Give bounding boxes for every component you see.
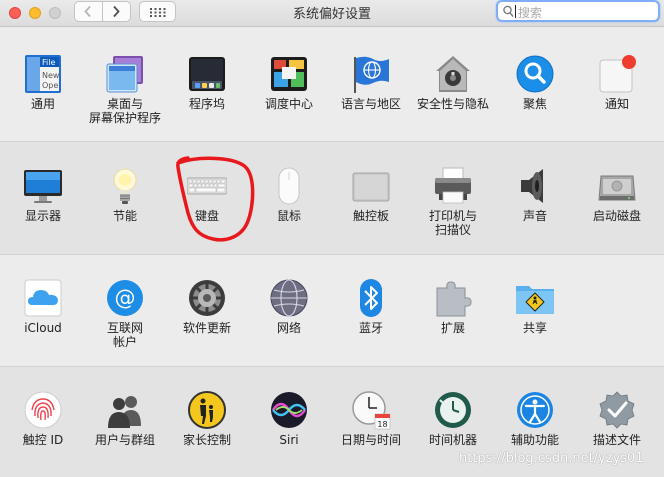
search-placeholder: 搜索: [518, 6, 543, 20]
puzzle-icon: [433, 278, 473, 318]
pane-security-privacy-label: 安全性与隐私: [416, 97, 489, 111]
users-icon: [105, 390, 145, 430]
icloud-icon: [23, 278, 63, 318]
zoom-window-button[interactable]: [49, 7, 61, 19]
section-internet-wireless: iCloud @ 互联网 帐户 软件更新 网络 蓝牙 扩展 共享: [0, 254, 664, 366]
pane-network-label: 网络: [276, 321, 301, 335]
security-privacy-icon: [433, 54, 473, 94]
chevron-left-icon: [84, 5, 91, 18]
trackpad-icon: [351, 166, 391, 206]
bluetooth-icon: [351, 278, 391, 318]
text-cursor: [515, 5, 516, 18]
pane-touch-id-label: 触控 ID: [22, 433, 64, 447]
pane-bluetooth-label: 蓝牙: [358, 321, 383, 335]
pane-desktop-screensaver-label: 桌面与 屏幕保护程序: [88, 97, 161, 125]
search-icon: [503, 5, 514, 17]
general-icon-new-text: New: [42, 71, 60, 80]
gear-icon: [187, 278, 227, 318]
mission-control-icon: [269, 54, 309, 94]
section-personal: File New Ope 通用 桌面与 屏幕保护程序 程序坞 调度中心 语言与地…: [0, 27, 664, 141]
pane-startup-disk-label: 启动磁盘: [592, 209, 641, 223]
pane-software-update-label: 软件更新: [182, 321, 231, 335]
desktop-screensaver-icon: [105, 54, 145, 94]
pane-time-machine-label: 时间机器: [428, 433, 477, 447]
grid-icon: [150, 8, 166, 17]
pane-users-groups-label: 用户与群组: [94, 433, 155, 447]
accessibility-icon: [515, 390, 555, 430]
svg-text:@: @: [115, 286, 136, 310]
section-hardware: 显示器 节能 键盘 鼠标 触控板 打印机与 扫描仪 声音 启动磁盘: [0, 141, 664, 254]
pane-icloud-label: iCloud: [24, 321, 62, 335]
watermark: https://blog.csdn.net/yzys01: [459, 451, 644, 466]
shared-folder-icon: [515, 278, 555, 318]
pane-general-label: 通用: [30, 97, 55, 111]
red-circle-annotation: [176, 156, 255, 242]
back-button[interactable]: [75, 2, 102, 21]
pane-siri-label: Siri: [279, 433, 299, 447]
close-window-button[interactable]: [9, 7, 21, 19]
fingerprint-icon: [23, 390, 63, 430]
clock-calendar-icon: 18: [351, 390, 391, 430]
show-all-button[interactable]: [139, 1, 176, 22]
pane-sound-label: 声音: [522, 209, 547, 223]
at-sign-icon: @: [105, 278, 145, 318]
pane-language-region-label: 语言与地区: [340, 97, 401, 111]
general-icon-open-text: Ope: [42, 81, 58, 90]
minimize-window-button[interactable]: [29, 7, 41, 19]
pane-accessibility-label: 辅助功能: [510, 433, 559, 447]
pane-spotlight-label: 聚焦: [522, 97, 547, 111]
calendar-day-text: 18: [377, 420, 387, 429]
window-titlebar: 系统偏好设置 搜索: [0, 0, 664, 27]
pane-energy-saver-label: 节能: [112, 209, 137, 223]
pane-displays-label: 显示器: [24, 209, 61, 223]
general-icon: File New Ope: [23, 54, 63, 94]
language-region-icon: [351, 54, 391, 94]
time-machine-icon: [433, 390, 473, 430]
pane-date-time-label: 日期与时间: [340, 433, 401, 447]
pane-internet-accounts-label: 互联网 帐户: [106, 321, 143, 349]
pane-notifications-label: 通知: [604, 97, 629, 111]
printer-icon: [433, 166, 473, 206]
spotlight-icon: [515, 54, 555, 94]
displays-icon: [23, 166, 63, 206]
pane-trackpad-label: 触控板: [352, 209, 389, 223]
dock-icon: [187, 54, 227, 94]
forward-button[interactable]: [103, 2, 130, 21]
pane-parental-controls-label: 家长控制: [182, 433, 231, 447]
profiles-badge-icon: [597, 390, 637, 430]
pane-profiles-label: 描述文件: [592, 433, 641, 447]
globe-icon: [269, 278, 309, 318]
siri-icon: [269, 390, 309, 430]
navigation-buttons: [74, 1, 131, 22]
speaker-icon: [515, 166, 555, 206]
pane-extensions-label: 扩展: [440, 321, 465, 335]
hard-disk-icon: [597, 166, 637, 206]
pane-dock-label: 程序坞: [188, 97, 225, 111]
general-icon-file-text: File: [42, 58, 55, 67]
mouse-icon: [269, 166, 309, 206]
notifications-icon: [597, 54, 637, 94]
search-field[interactable]: 搜索: [496, 0, 660, 22]
parental-controls-icon: [187, 390, 227, 430]
lightbulb-icon: [105, 166, 145, 206]
pane-sharing-label: 共享: [522, 321, 547, 335]
pane-printers-scanners-label: 打印机与 扫描仪: [428, 209, 477, 237]
chevron-right-icon: [113, 5, 120, 18]
pane-mission-control-label: 调度中心: [264, 97, 313, 111]
